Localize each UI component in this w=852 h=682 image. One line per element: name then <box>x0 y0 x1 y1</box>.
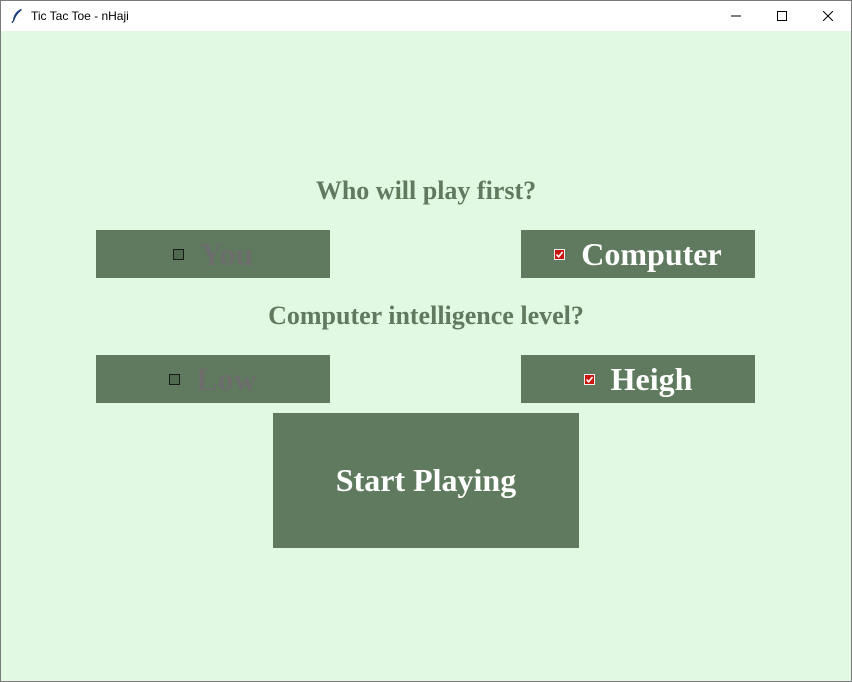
option-you-label: You <box>199 236 254 272</box>
feather-icon <box>10 8 24 24</box>
maximize-button[interactable] <box>759 1 805 31</box>
app-window: Tic Tac Toe - nHaji Who will play first?… <box>0 0 852 682</box>
first-player-question: Who will play first? <box>315 176 537 205</box>
you-checkbox[interactable] <box>172 248 184 260</box>
intelligence-question: Computer intelligence level? <box>268 301 584 330</box>
option-heigh-label: Heigh <box>610 361 693 397</box>
start-playing-label: Start Playing <box>335 462 517 498</box>
start-playing-button[interactable]: Start Playing <box>273 413 579 548</box>
option-low-label: Low <box>196 361 257 397</box>
option-heigh[interactable]: Heigh <box>521 355 755 403</box>
check-icon <box>556 250 564 258</box>
minimize-icon <box>731 11 741 21</box>
close-button[interactable] <box>805 1 851 31</box>
window-title: Tic Tac Toe - nHaji <box>31 9 129 23</box>
title-bar[interactable]: Tic Tac Toe - nHaji <box>1 1 851 31</box>
option-low[interactable]: Low <box>96 355 330 403</box>
check-icon <box>585 375 593 383</box>
low-checkbox[interactable] <box>169 373 181 385</box>
option-you[interactable]: You <box>96 230 330 278</box>
heigh-checkbox[interactable] <box>583 373 595 385</box>
option-computer-label: Computer <box>581 236 722 272</box>
computer-checkbox[interactable] <box>554 248 566 260</box>
game-setup-panel: Who will play first? You Computer Comput… <box>1 31 851 681</box>
option-computer[interactable]: Computer <box>521 230 755 278</box>
maximize-icon <box>777 11 787 21</box>
minimize-button[interactable] <box>713 1 759 31</box>
close-icon <box>823 11 833 21</box>
